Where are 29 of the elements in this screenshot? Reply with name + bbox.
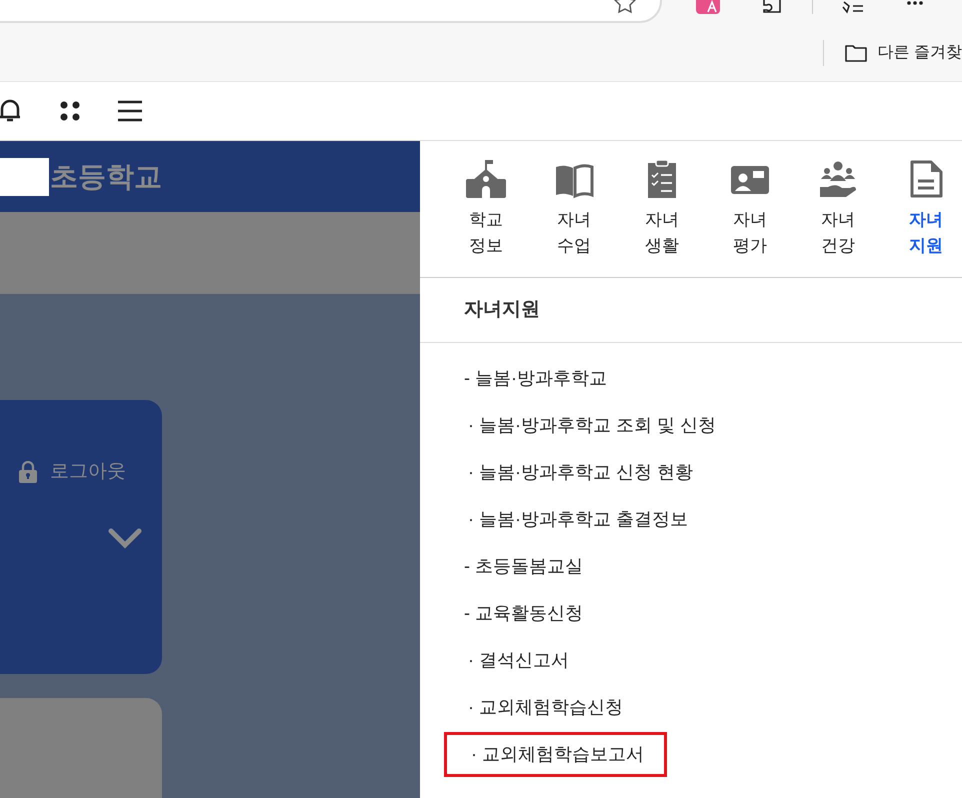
translate-icon[interactable] — [696, 0, 720, 14]
section-title: 자녀지원 — [464, 298, 540, 322]
more-icon[interactable] — [905, 0, 925, 8]
menu-tab[interactable]: 자녀 지원 — [900, 159, 952, 259]
menu-link[interactable]: · 교외체험학습보고서 — [444, 732, 667, 777]
menu-tab[interactable]: 자녀 수업 — [548, 159, 600, 259]
menu-link[interactable]: · 늘봄·방과후학교 신청 현황 — [464, 459, 693, 486]
school-name: 초등학교 — [50, 160, 162, 194]
menu-link[interactable]: · 결석신고서 — [464, 647, 569, 674]
bell-icon[interactable] — [0, 99, 23, 123]
menu-section-link[interactable]: - 초등돌봄교실 — [464, 553, 583, 580]
menu-icon[interactable] — [117, 99, 143, 123]
star-icon[interactable] — [614, 0, 636, 14]
bookmark-folder[interactable]: 다른 즐겨찾 — [878, 40, 962, 64]
menu-tab[interactable]: 자녀 평가 — [724, 159, 776, 259]
menu-section-link[interactable]: - 늘봄·방과후학교 — [464, 365, 607, 392]
lock-icon — [18, 461, 38, 484]
folder-icon — [844, 42, 868, 62]
chevron-down-icon[interactable] — [108, 526, 142, 548]
school-icon — [464, 159, 508, 199]
favorites-list-icon[interactable] — [841, 0, 865, 14]
redaction-block — [0, 158, 49, 196]
menu-link[interactable]: · 늘봄·방과후학교 출결정보 — [464, 506, 688, 533]
menu-tab[interactable]: 자녀 생활 — [636, 159, 688, 259]
menu-link[interactable]: · 교외체험학습신청 — [464, 694, 623, 721]
menu-section-link[interactable]: - 교육활동신청 — [464, 600, 583, 627]
menu-link[interactable]: · 늘봄·방과후학교 조회 및 신청 — [464, 412, 716, 439]
menu-tab[interactable]: 학교 정보 — [460, 159, 512, 259]
menu-tab[interactable]: 자녀 건강 — [812, 159, 864, 259]
